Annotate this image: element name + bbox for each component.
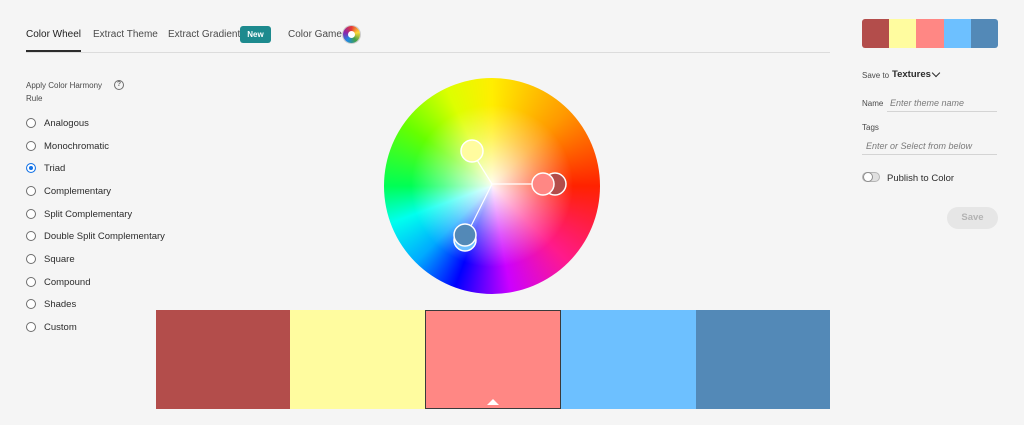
radio-button[interactable] [26,118,36,128]
color-swatch[interactable] [156,310,291,409]
save-button[interactable]: Save [947,207,998,229]
harmony-rule-option[interactable]: Split Complementary [26,207,132,221]
harmony-rule-label: Analogous [44,117,89,129]
harmony-rule-label: Shades [44,298,77,310]
tab-extract-gradient[interactable]: Extract Gradient [168,22,240,50]
tags-input[interactable] [862,137,997,155]
color-swatch[interactable] [290,310,425,409]
harmony-rule-option[interactable]: Compound [26,275,90,289]
harmony-rule-label: Custom [44,321,77,333]
radio-button[interactable] [26,322,36,332]
radio-button[interactable] [26,186,36,196]
publish-label: Publish to Color [887,173,955,184]
color-swatch[interactable] [424,310,562,409]
radio-button[interactable] [26,141,36,151]
harmony-rule-label: Complementary [44,185,112,197]
harmony-rule-title: Apply Color Harmony Rule [26,81,103,103]
harmony-rule-label: Square [44,253,75,265]
wheel-handle-blue[interactable] [453,223,477,247]
info-icon[interactable]: ? [114,80,124,90]
harmony-rule-option[interactable]: Triad [26,161,65,175]
preview-swatch [862,19,890,48]
harmony-rule-label: Monochromatic [44,140,109,152]
chevron-down-icon[interactable] [931,68,941,78]
color-wheel-handles[interactable] [384,78,600,294]
theme-name-input[interactable] [887,94,997,112]
theme-preview [862,19,998,48]
publish-toggle[interactable] [862,172,880,182]
harmony-rule-label: Split Complementary [44,208,133,220]
harmony-rule-option[interactable]: Custom [26,320,77,334]
preview-swatch [970,19,998,48]
color-game-icon[interactable] [343,26,360,43]
radio-button[interactable] [26,277,36,287]
tab-color-game[interactable]: Color Game [288,22,342,50]
color-swatch[interactable] [561,310,696,409]
harmony-rule-option[interactable]: Complementary [26,184,111,198]
harmony-rule-option[interactable]: Shades [26,297,76,311]
tab-extract-theme[interactable]: Extract Theme [93,22,158,50]
tags-label: Tags [862,123,879,132]
new-badge: New [240,26,271,43]
color-swatch[interactable] [695,310,831,409]
radio-button[interactable] [26,163,36,173]
preview-swatch [943,19,971,48]
tab-color-wheel[interactable]: Color Wheel [26,22,82,52]
wheel-handle-pink[interactable] [531,172,555,196]
name-label: Name [862,99,884,108]
preview-swatch [889,19,917,48]
save-to-library[interactable]: Textures [892,69,931,80]
theme-swatches [156,310,831,409]
radio-button[interactable] [26,209,36,219]
harmony-rule-label: Double Split Complementary [44,230,165,242]
swatch-selected-caret-icon [487,399,500,405]
harmony-rule-option[interactable]: Double Split Complementary [26,229,165,243]
toggle-knob [863,172,873,182]
radio-button[interactable] [26,299,36,309]
preview-swatch [916,19,944,48]
harmony-rule-option[interactable]: Square [26,252,75,266]
harmony-rule-label: Compound [44,276,91,288]
harmony-rule-label: Triad [44,162,66,174]
harmony-rule-option[interactable]: Monochromatic [26,139,109,153]
harmony-rule-option[interactable]: Analogous [26,116,89,130]
tab-bar: Color Wheel Extract Theme Extract Gradie… [26,22,830,53]
wheel-handle-yellow[interactable] [460,139,484,163]
color-wheel[interactable] [384,78,600,294]
radio-button[interactable] [26,231,36,241]
save-to-label: Save to [862,71,890,80]
radio-button[interactable] [26,254,36,264]
